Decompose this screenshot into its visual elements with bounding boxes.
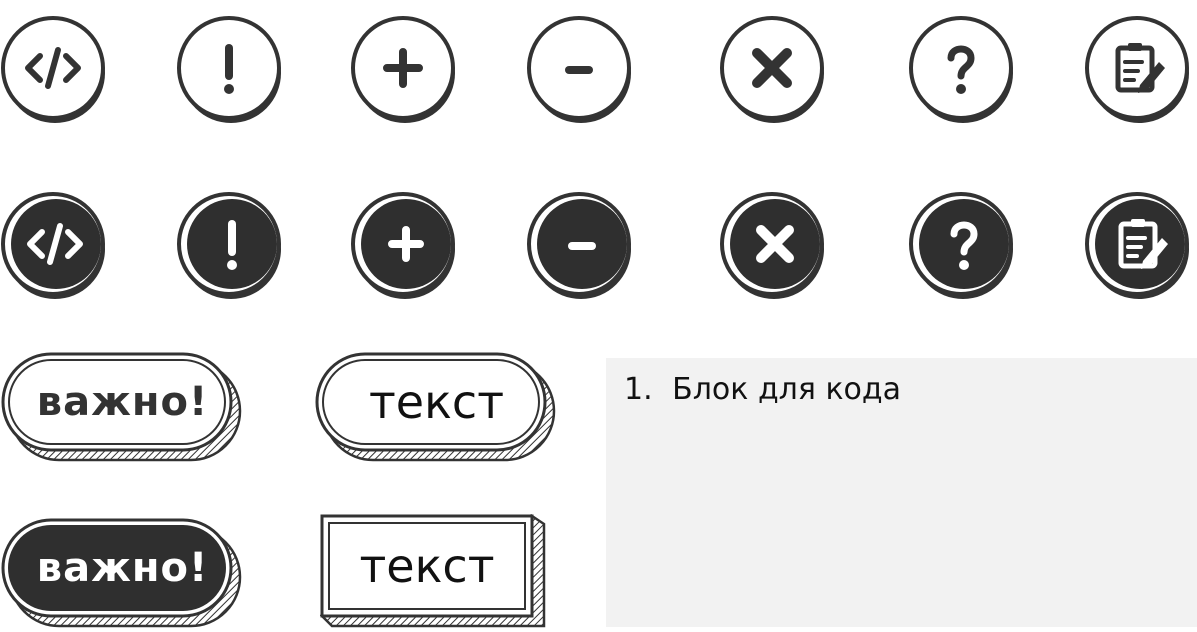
plus-button-filled[interactable]	[350, 188, 462, 300]
code-button-filled[interactable]	[0, 188, 112, 300]
question-button-outline[interactable]	[908, 12, 1020, 124]
badge-label: текст	[359, 539, 495, 593]
text-badge-outline[interactable]: текст	[314, 350, 559, 465]
minus-button-outline[interactable]	[526, 12, 638, 124]
notepad-button-filled[interactable]	[1084, 188, 1196, 300]
question-icon	[909, 192, 1013, 299]
close-icon	[720, 192, 824, 299]
code-icon	[1, 16, 105, 123]
minus-icon	[527, 16, 631, 123]
code-line: 1. Блок для кода	[624, 372, 901, 407]
code-button-outline[interactable]	[0, 12, 112, 124]
exclamation-button-filled[interactable]	[176, 188, 288, 300]
code-icon	[1, 192, 105, 299]
close-button-outline[interactable]	[719, 12, 831, 124]
code-block: 1. Блок для кода	[606, 358, 1197, 627]
badge-label: важно!	[36, 379, 209, 425]
exclamation-button-outline[interactable]	[176, 12, 288, 124]
line-number: 1.	[624, 372, 653, 407]
exclamation-icon	[177, 192, 281, 299]
exclamation-icon	[177, 16, 281, 123]
text-badge-box[interactable]: текст	[320, 514, 550, 630]
notepad-edit-icon	[1085, 16, 1189, 123]
important-badge-outline[interactable]: важно!	[0, 350, 245, 465]
close-button-filled[interactable]	[719, 188, 831, 300]
plus-icon	[351, 192, 455, 299]
question-icon	[909, 16, 1013, 123]
close-icon	[720, 16, 824, 123]
code-text: Блок для кода	[672, 372, 902, 407]
badge-label: текст	[369, 375, 504, 429]
minus-button-filled[interactable]	[526, 188, 638, 300]
plus-button-outline[interactable]	[350, 12, 462, 124]
plus-icon	[351, 16, 455, 123]
important-badge-filled[interactable]: важно!	[0, 516, 245, 631]
badge-label: важно!	[36, 545, 209, 591]
notepad-button-outline[interactable]	[1084, 12, 1196, 124]
question-button-filled[interactable]	[908, 188, 1020, 300]
notepad-edit-icon	[1085, 192, 1189, 299]
minus-icon	[527, 192, 631, 299]
